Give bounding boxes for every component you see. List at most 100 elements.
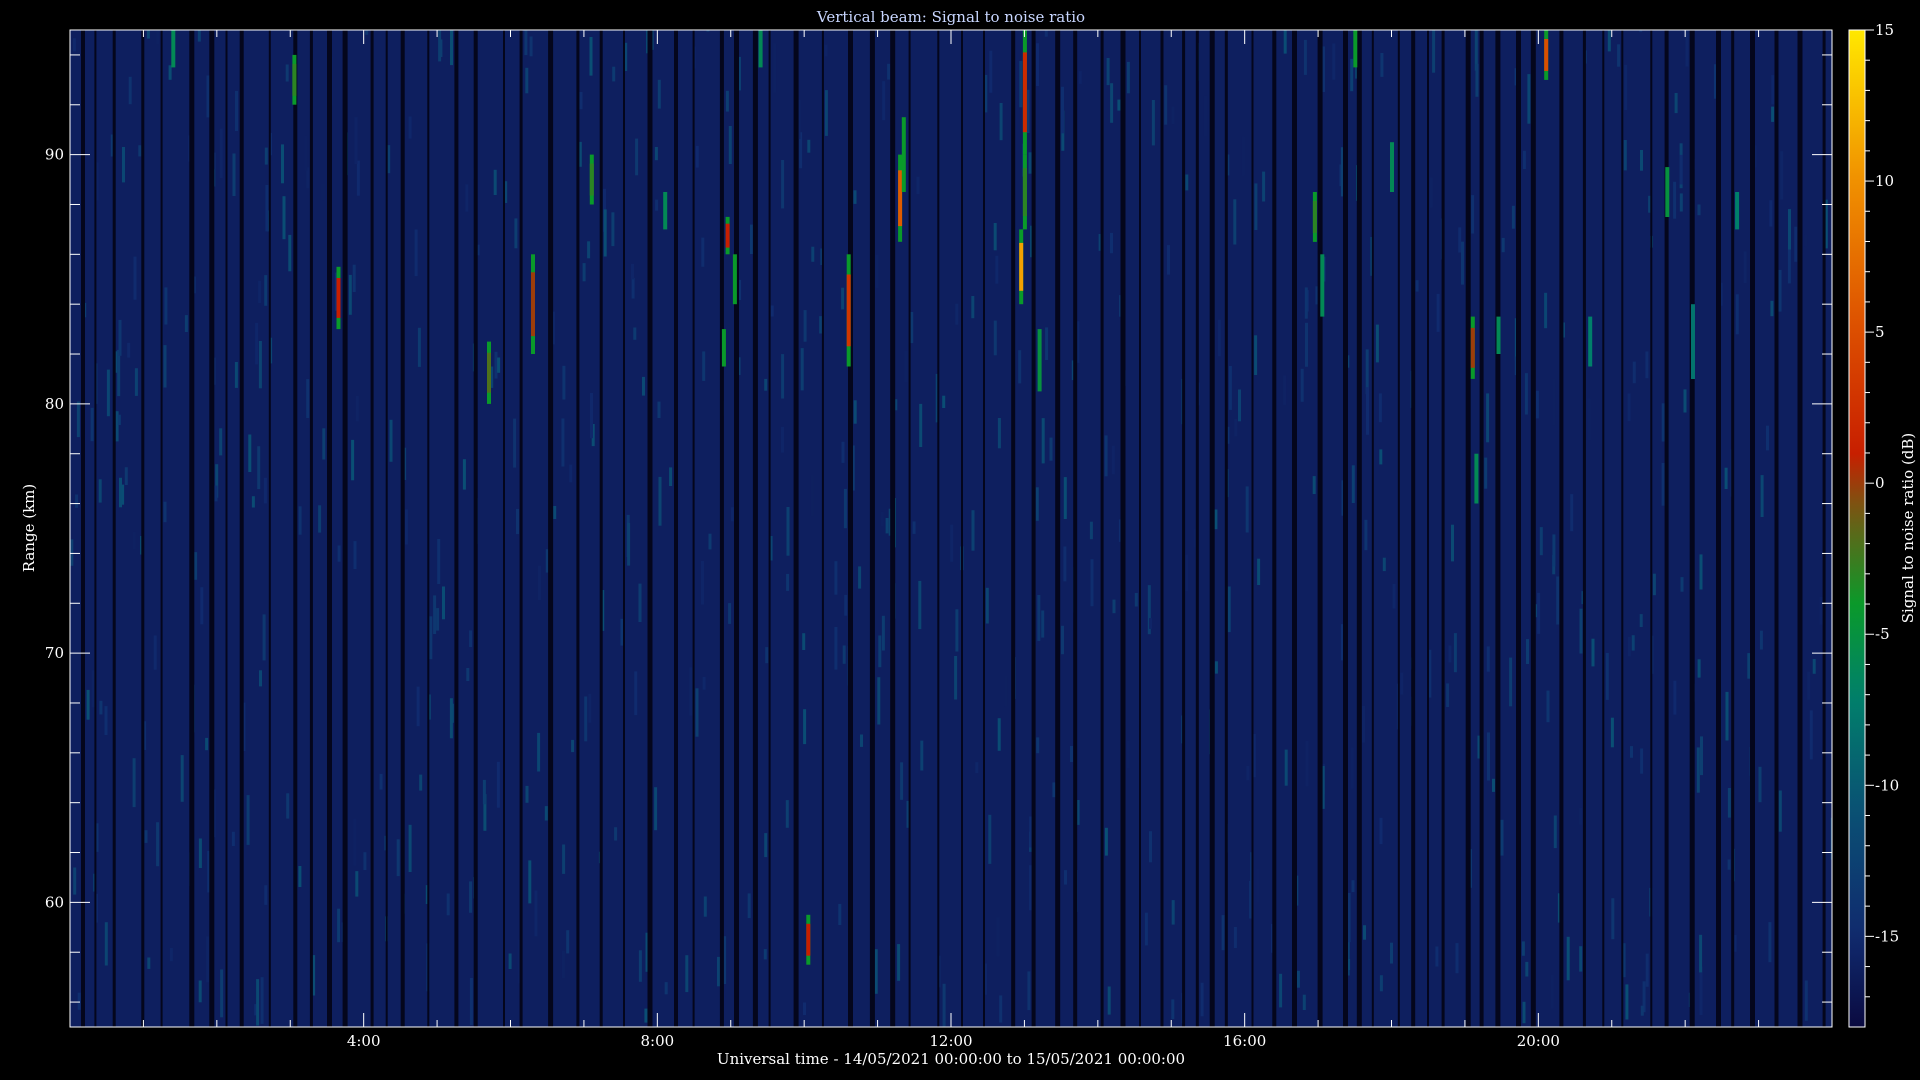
noise-cell: [389, 419, 393, 462]
data-gap: [473, 30, 478, 1027]
noise-cell: [1539, 527, 1543, 556]
noise-cell: [256, 979, 260, 1026]
data-gap: [112, 30, 116, 1027]
noise-cell: [206, 936, 210, 983]
noise-cell: [538, 565, 541, 600]
noise-cell: [562, 844, 566, 874]
data-gap: [908, 30, 911, 1027]
noise-cell: [433, 595, 437, 634]
noise-cell: [219, 128, 223, 178]
noise-cell: [180, 755, 184, 802]
noise-cell: [919, 403, 923, 447]
noise-cell: [1089, 521, 1093, 540]
data-gap: [309, 30, 313, 1027]
noise-cell: [999, 995, 1003, 1023]
noise-cell: [993, 320, 997, 356]
noise-cell: [118, 319, 122, 356]
noise-cell: [1448, 645, 1452, 663]
noise-cell: [1436, 293, 1440, 332]
echo-edge: [1496, 316, 1501, 354]
noise-cell: [1819, 597, 1823, 625]
noise-cell: [251, 496, 255, 508]
noise-cell: [910, 312, 914, 344]
noise-cell: [635, 138, 639, 176]
noise-cell: [1036, 43, 1039, 86]
noise-cell: [264, 147, 268, 165]
data-gap: [342, 30, 348, 1027]
noise-cell: [429, 616, 433, 660]
noise-cell: [997, 718, 1001, 751]
noise-cell: [138, 145, 142, 157]
echo-edge: [1474, 453, 1479, 504]
noise-cell: [348, 274, 352, 315]
data-gap: [225, 30, 228, 1027]
noise-cell: [414, 229, 418, 277]
noise-cell: [1077, 208, 1081, 240]
noise-cell: [363, 852, 367, 870]
noise-cell: [1679, 154, 1683, 185]
noise-cell: [408, 824, 412, 872]
noise-cell: [1284, 749, 1288, 786]
noise-cell: [1725, 691, 1729, 741]
noise-cell: [1771, 75, 1775, 105]
noise-cell: [1769, 200, 1773, 227]
noise-cell: [1362, 706, 1365, 743]
noise-cell: [1787, 245, 1791, 284]
noise-cell: [404, 509, 408, 545]
noise-cell: [1302, 994, 1306, 1010]
noise-cell: [98, 479, 102, 503]
echo-edge: [1735, 192, 1740, 230]
noise-cell: [214, 485, 218, 502]
noise-cell: [442, 586, 445, 620]
noise-cell: [702, 676, 706, 690]
noise-cell: [259, 670, 262, 687]
noise-cell: [1627, 393, 1631, 422]
y-tick-label: 70: [45, 644, 64, 662]
data-gap: [599, 30, 603, 1027]
data-gap: [1055, 30, 1061, 1027]
noise-cell: [544, 806, 548, 821]
noise-cell: [1052, 782, 1056, 798]
noise-cell: [1645, 351, 1649, 379]
data-gap: [141, 30, 145, 1027]
noise-cell: [1104, 435, 1108, 477]
noise-cell: [781, 354, 785, 399]
noise-cell: [1486, 646, 1490, 672]
noise-cell: [1446, 683, 1450, 707]
noise-cell: [1351, 465, 1355, 503]
noise-cell: [1246, 766, 1250, 781]
noise-cell: [1379, 975, 1383, 992]
noise-cell: [900, 762, 904, 800]
noise-cell: [1556, 576, 1560, 625]
noise-cell: [841, 441, 845, 463]
noise-cell: [644, 1008, 648, 1023]
noise-cell: [70, 539, 74, 566]
echo-core: [1022, 52, 1027, 133]
noise-cell: [264, 885, 268, 905]
colorbar-tick-label: 0: [1875, 474, 1885, 492]
noise-cell: [525, 785, 529, 803]
echo-edge: [1320, 254, 1325, 317]
noise-cell: [1579, 946, 1583, 972]
noise-cell: [631, 277, 635, 299]
noise-cell: [993, 223, 997, 251]
noise-cell: [785, 800, 789, 828]
noise-cell: [258, 280, 262, 303]
noise-cell: [1238, 389, 1241, 422]
noise-cell: [1415, 280, 1419, 292]
noise-cell: [1661, 463, 1665, 506]
noise-cell: [603, 209, 607, 257]
noise-cell: [1661, 403, 1665, 442]
noise-cell: [234, 362, 238, 388]
data-gap: [1139, 30, 1141, 1027]
noise-cell: [318, 505, 322, 533]
noise-cell: [537, 732, 541, 772]
noise-cell: [1525, 961, 1529, 977]
data-gap: [1317, 30, 1323, 1027]
noise-cell: [1697, 204, 1701, 216]
noise-cell: [634, 671, 638, 716]
noise-cell: [1350, 747, 1354, 789]
noise-cell: [529, 36, 533, 57]
noise-cell: [1587, 398, 1591, 441]
noise-cell: [416, 686, 420, 727]
